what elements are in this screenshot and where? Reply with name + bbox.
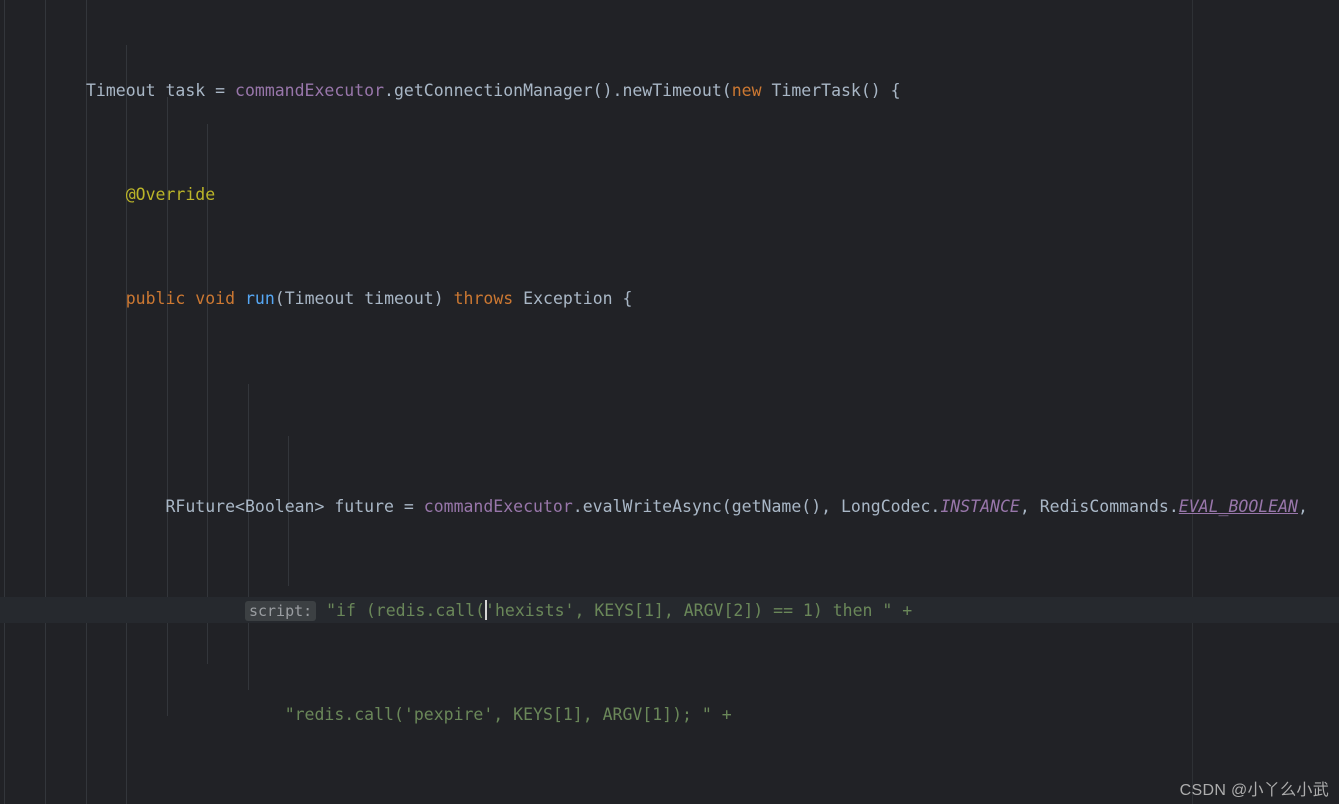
inlay-hint-script[interactable]: script: [244,601,317,621]
code-editor[interactable]: Timeout task = commandExecutor.getConnec… [0,0,1339,804]
code-line: "redis.call('pexpire', KEYS[1], ARGV[1])… [284,705,732,724]
code-line: public void run(Timeout timeout) throws … [125,289,633,308]
code-content[interactable]: Timeout task = commandExecutor.getConnec… [0,0,1339,804]
code-line: script: "if (redis.call('hexists', KEYS[… [0,598,1339,624]
screenshot-root: Timeout task = commandExecutor.getConnec… [0,0,1339,804]
code-line: @Override [125,185,216,204]
code-line: Timeout task = commandExecutor.getConnec… [86,81,901,100]
csdn-watermark: CSDN @小丫么小武 [1179,782,1329,799]
code-line: RFuture<Boolean> future = commandExecuto… [165,497,1308,516]
